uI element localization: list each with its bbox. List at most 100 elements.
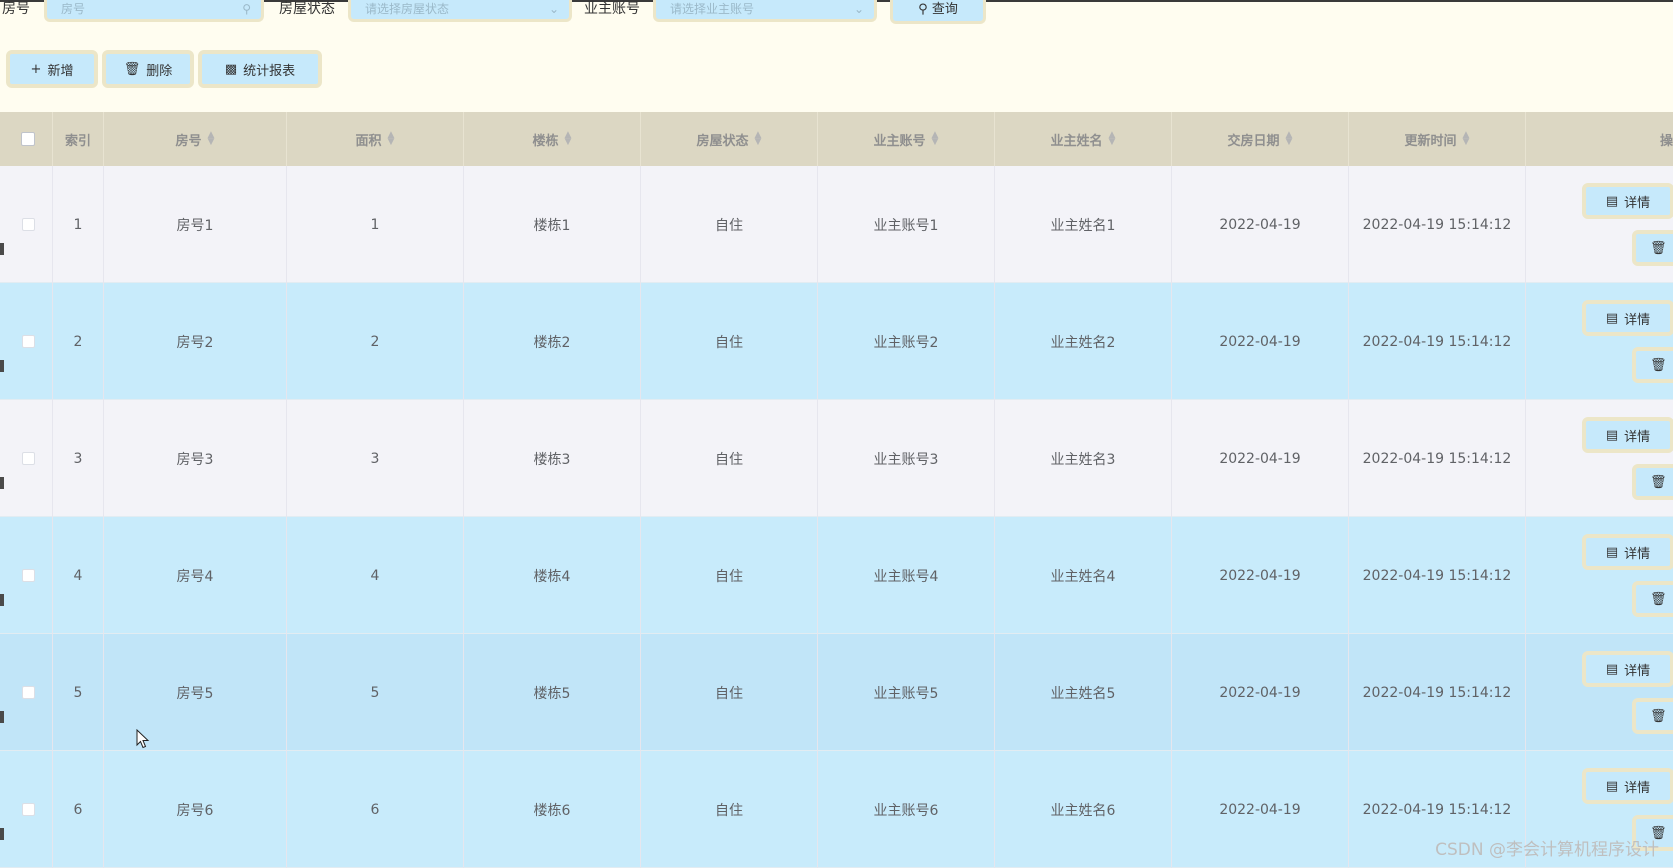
row-checkbox[interactable] bbox=[21, 569, 35, 582]
sort-icon[interactable]: ▲ ▼ bbox=[565, 131, 572, 147]
row-checkbox[interactable] bbox=[21, 452, 35, 465]
delete-button[interactable]: 🗑 删除 bbox=[102, 50, 194, 88]
cell-update-time: 2022-04-19 15:14:12 bbox=[1349, 166, 1526, 283]
report-button[interactable]: ▩ 统计报表 bbox=[198, 50, 322, 88]
cell-room: 房号5 bbox=[104, 634, 287, 751]
detail-button[interactable]: ▤ 详情 bbox=[1582, 417, 1673, 453]
cell-handover-date: 2022-04-19 bbox=[1172, 751, 1349, 868]
select-all-checkbox[interactable] bbox=[21, 132, 35, 146]
detail-button[interactable]: ▤ 详情 bbox=[1582, 300, 1673, 336]
row-delete-button[interactable]: 🗑 bbox=[1632, 464, 1673, 500]
header-update-time-label: 更新时间 bbox=[1404, 133, 1457, 149]
sort-icon[interactable]: ▲ ▼ bbox=[1463, 131, 1470, 147]
cell-owner-name: 业主姓名5 bbox=[995, 634, 1172, 751]
row-delete-button[interactable]: 🗑 bbox=[1632, 698, 1673, 734]
sort-icon[interactable]: ▲ ▼ bbox=[1109, 131, 1116, 147]
room-filter-label: 房号 bbox=[2, 1, 30, 17]
header-building[interactable]: 楼栋 ▲ ▼ bbox=[464, 112, 641, 166]
add-button[interactable]: + 新增 bbox=[6, 50, 98, 88]
trash-icon: 🗑 bbox=[123, 61, 141, 77]
cell-handover-date: 2022-04-19 bbox=[1172, 517, 1349, 634]
detail-button[interactable]: ▤ 详情 bbox=[1582, 651, 1673, 687]
cell-index: 4 bbox=[53, 517, 104, 634]
header-owner-account[interactable]: 业主账号 ▲ ▼ bbox=[818, 112, 995, 166]
row-checkbox[interactable] bbox=[21, 218, 35, 231]
select-all-cell bbox=[4, 112, 53, 166]
sort-icon[interactable]: ▲ ▼ bbox=[932, 131, 939, 147]
header-update-time[interactable]: 更新时间 ▲ ▼ bbox=[1349, 112, 1526, 166]
trash-icon: 🗑 bbox=[1650, 708, 1667, 724]
document-icon: ▤ bbox=[1605, 193, 1619, 209]
sort-icon[interactable]: ▲ ▼ bbox=[208, 131, 215, 147]
header-room-label: 房号 bbox=[175, 133, 202, 149]
header-operation: 操 bbox=[1526, 112, 1673, 166]
table-row: 4 房号4 4 楼栋4 自住 业主账号4 业主姓名4 2022-04-19 20… bbox=[0, 517, 1673, 634]
header-operation-label: 操 bbox=[1659, 133, 1673, 149]
sort-icon[interactable]: ▲ ▼ bbox=[755, 131, 762, 147]
row-delete-button[interactable]: 🗑 bbox=[1632, 347, 1673, 383]
cell-room: 房号6 bbox=[104, 751, 287, 868]
cell-room: 房号2 bbox=[104, 283, 287, 400]
header-area[interactable]: 面积 ▲ ▼ bbox=[287, 112, 464, 166]
header-area-label: 面积 bbox=[355, 133, 382, 149]
header-owner-name[interactable]: 业主姓名 ▲ ▼ bbox=[995, 112, 1172, 166]
owner-select[interactable]: 请选择业主账号 ⌄ bbox=[653, 0, 877, 22]
row-select-cell bbox=[4, 400, 53, 517]
cell-area: 1 bbox=[287, 166, 464, 283]
header-handover-date[interactable]: 交房日期 ▲ ▼ bbox=[1172, 112, 1349, 166]
row-select-cell bbox=[4, 751, 53, 868]
sort-icon[interactable]: ▲ ▼ bbox=[388, 131, 395, 147]
cell-status: 自住 bbox=[641, 634, 818, 751]
cell-status: 自住 bbox=[641, 166, 818, 283]
row-delete-button[interactable]: 🗑 bbox=[1632, 581, 1673, 617]
cell-building: 楼栋3 bbox=[464, 400, 641, 517]
header-status[interactable]: 房屋状态 ▲ ▼ bbox=[641, 112, 818, 166]
header-building-label: 楼栋 bbox=[532, 133, 559, 149]
document-icon: ▤ bbox=[1605, 310, 1619, 326]
row-delete-button[interactable]: 🗑 bbox=[1632, 230, 1673, 266]
cell-owner-account: 业主账号4 bbox=[818, 517, 995, 634]
chevron-down-icon: ⌄ bbox=[548, 2, 559, 16]
detail-button[interactable]: ▤ 详情 bbox=[1582, 183, 1673, 219]
owner-select-placeholder: 请选择业主账号 bbox=[670, 2, 755, 16]
query-button-label: 查询 bbox=[931, 2, 958, 17]
owner-filter-label: 业主账号 bbox=[584, 1, 640, 17]
cell-owner-name: 业主姓名1 bbox=[995, 166, 1172, 283]
cell-update-time: 2022-04-19 15:14:12 bbox=[1349, 400, 1526, 517]
cell-building: 楼栋2 bbox=[464, 283, 641, 400]
table-row: 3 房号3 3 楼栋3 自住 业主账号3 业主姓名3 2022-04-19 20… bbox=[0, 400, 1673, 517]
table-row: 2 房号2 2 楼栋2 自住 业主账号2 业主姓名2 2022-04-19 20… bbox=[0, 283, 1673, 400]
cell-update-time: 2022-04-19 15:14:12 bbox=[1349, 283, 1526, 400]
cell-building: 楼栋5 bbox=[464, 634, 641, 751]
row-checkbox[interactable] bbox=[21, 335, 35, 348]
row-checkbox[interactable] bbox=[21, 686, 35, 699]
status-select[interactable]: 请选择房屋状态 ⌄ bbox=[348, 0, 572, 22]
header-owner-account-label: 业主账号 bbox=[873, 133, 926, 149]
room-search-input[interactable]: 房号 ⚲ bbox=[44, 0, 264, 22]
cell-index: 1 bbox=[53, 166, 104, 283]
cell-area: 4 bbox=[287, 517, 464, 634]
cell-owner-account: 业主账号5 bbox=[818, 634, 995, 751]
trash-icon: 🗑 bbox=[1650, 591, 1667, 607]
report-button-label: 统计报表 bbox=[243, 63, 296, 79]
detail-button[interactable]: ▤ 详情 bbox=[1582, 768, 1673, 804]
table-header: 索引 房号 ▲ ▼ 面积 ▲ ▼ 楼栋 ▲ ▼ 房屋状态 ▲ ▼ 业主账号 ▲ ▼ 业主姓… bbox=[0, 112, 1673, 166]
row-select-cell bbox=[4, 517, 53, 634]
row-checkbox[interactable] bbox=[21, 803, 35, 816]
cell-area: 2 bbox=[287, 283, 464, 400]
cell-area: 5 bbox=[287, 634, 464, 751]
bar-chart-icon: ▩ bbox=[224, 61, 238, 77]
cell-room: 房号4 bbox=[104, 517, 287, 634]
cell-owner-name: 业主姓名2 bbox=[995, 283, 1172, 400]
delete-button-label: 删除 bbox=[146, 63, 173, 79]
row-select-cell bbox=[4, 634, 53, 751]
cell-handover-date: 2022-04-19 bbox=[1172, 283, 1349, 400]
detail-button[interactable]: ▤ 详情 bbox=[1582, 534, 1673, 570]
cell-update-time: 2022-04-19 15:14:12 bbox=[1349, 634, 1526, 751]
sort-icon[interactable]: ▲ ▼ bbox=[1286, 131, 1293, 147]
cell-building: 楼栋4 bbox=[464, 517, 641, 634]
trash-icon: 🗑 bbox=[1650, 474, 1667, 490]
header-room[interactable]: 房号 ▲ ▼ bbox=[104, 112, 287, 166]
query-button[interactable]: ⚲ 查询 bbox=[890, 0, 986, 24]
status-select-placeholder: 请选择房屋状态 bbox=[365, 2, 450, 16]
